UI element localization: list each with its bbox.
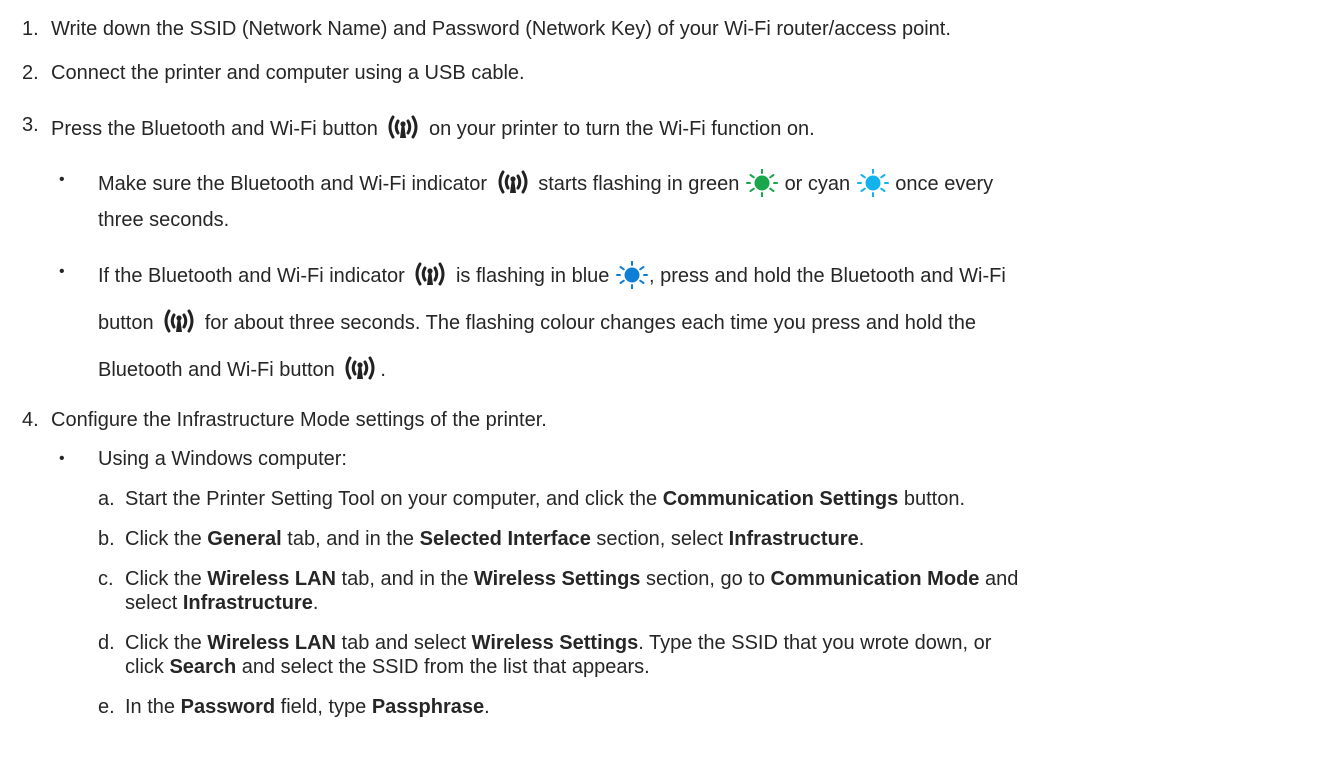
substep-c-line-1: Click the Wireless LAN tab, and in the W…	[125, 567, 1018, 591]
bullet-1-text-a: Make sure the Bluetooth and Wi-Fi indica…	[98, 173, 488, 195]
step-3-text: Press the Bluetooth and Wi-Fi button on …	[51, 113, 815, 141]
substep-d-b3: Search	[169, 656, 237, 678]
substep-d-t5: and select the SSID from the list that a…	[236, 656, 650, 678]
substep-c-t3: section, go to	[640, 568, 771, 590]
substep-e-b1: Password	[180, 696, 276, 718]
substep-c-b1: Wireless LAN	[207, 568, 336, 590]
bullet-2-text-e: for about three seconds. The flashing co…	[204, 312, 976, 334]
substep-c-line-2: select Infrastructure.	[125, 591, 318, 615]
substep-c-t2: tab, and in the	[336, 568, 474, 590]
substep-c-t1: Click the	[125, 568, 208, 590]
substep-b-text: Click the General tab, and in the Select…	[125, 527, 864, 551]
step-3-number: 3.	[22, 114, 39, 136]
bullet-2-text-g: .	[380, 359, 386, 381]
step-3-text-b: on your printer to turn the Wi-Fi functi…	[428, 118, 815, 140]
bullet-2-line-1: If the Bluetooth and Wi-Fi indicator is …	[98, 260, 1006, 289]
bullet-2-text-d: button	[98, 312, 154, 334]
substep-c-t6: .	[312, 592, 319, 614]
step-4-number: 4.	[22, 409, 39, 431]
substep-c-b4: Infrastructure	[182, 592, 313, 614]
substep-c-letter: c.	[98, 568, 114, 590]
bullet-1-text-c: or cyan	[784, 173, 851, 195]
substep-b-t1: Click the	[125, 528, 208, 550]
step-3-text-a: Press the Bluetooth and Wi-Fi button	[51, 118, 378, 140]
substep-c-b3: Communication Mode	[770, 568, 980, 590]
substep-e-t1: In the	[125, 696, 181, 718]
substep-b-t3: section, select	[590, 528, 729, 550]
substep-d-b2: Wireless Settings	[471, 632, 639, 654]
step-4-text: Configure the Infrastructure Mode settin…	[51, 409, 547, 431]
bullet-2-text-c: , press and hold the Bluetooth and Wi-Fi	[648, 265, 1006, 287]
bluetooth-wifi-indicator-icon	[496, 168, 530, 196]
bullet-1-line-1: Make sure the Bluetooth and Wi-Fi indica…	[98, 168, 993, 197]
substep-b-b3: Infrastructure	[728, 528, 859, 550]
bullet-2-line-2: button for about three seconds. The flas…	[98, 307, 976, 335]
step-2-text: Connect the printer and computer using a…	[51, 62, 525, 84]
bullet-2-text-f: Bluetooth and Wi-Fi button	[98, 359, 335, 381]
step-1-number: 1.	[22, 18, 39, 40]
bluetooth-wifi-indicator-icon	[413, 260, 447, 288]
substep-d-t4: click	[125, 656, 170, 678]
substep-b-t2: tab, and in the	[281, 528, 420, 550]
substep-e-text: In the Password field, type Passphrase.	[125, 695, 490, 719]
bullet-2-line-3: Bluetooth and Wi-Fi button .	[98, 354, 386, 382]
substep-b-letter: b.	[98, 528, 115, 550]
substep-a-text: Start the Printer Setting Tool on your c…	[125, 487, 965, 511]
substep-a-t1: Start the Printer Setting Tool on your c…	[125, 488, 663, 510]
bullet-1-line-2: three seconds.	[98, 209, 230, 231]
substep-b-b1: General	[207, 528, 282, 550]
substep-c-t4: and	[979, 568, 1019, 590]
bullet-1-marker: •	[59, 171, 65, 188]
substep-b-t4: .	[858, 528, 865, 550]
substep-d-t2: tab and select	[336, 632, 472, 654]
bluetooth-wifi-button-icon	[343, 354, 377, 382]
substep-a-letter: a.	[98, 488, 115, 510]
step-2-number: 2.	[22, 62, 39, 84]
bullet-2-text-b: is flashing in blue	[455, 265, 610, 287]
substep-e-b2: Passphrase	[371, 696, 485, 718]
substep-b-b2: Selected Interface	[419, 528, 591, 550]
bullet-2-marker: •	[59, 263, 65, 280]
substep-e-t3: .	[484, 696, 490, 718]
cyan-led-icon	[856, 169, 889, 197]
substep-a-t2: button.	[898, 488, 965, 510]
step-1-text: Write down the SSID (Network Name) and P…	[51, 18, 951, 40]
substep-a-b1: Communication Settings	[662, 488, 899, 510]
bullet-2-text-a: If the Bluetooth and Wi-Fi indicator	[98, 265, 405, 287]
substep-d-t3: . Type the SSID that you wrote down, or	[638, 632, 992, 654]
green-led-icon	[746, 169, 778, 197]
substep-d-line-1: Click the Wireless LAN tab and select Wi…	[125, 631, 991, 655]
bluetooth-wifi-button-icon	[386, 113, 420, 141]
substep-d-letter: d.	[98, 632, 115, 654]
substep-d-t1: Click the	[125, 632, 208, 654]
bluetooth-wifi-button-icon	[162, 307, 196, 335]
substep-e-letter: e.	[98, 696, 115, 718]
bullet-1-text-b: starts flashing in green	[538, 173, 740, 195]
substep-e-t2: field, type	[275, 696, 372, 718]
substep-c-t5: select	[125, 592, 183, 614]
substep-d-b1: Wireless LAN	[207, 632, 336, 654]
step-4-bullet-marker: •	[59, 450, 65, 467]
substep-d-line-2: click Search and select the SSID from th…	[125, 655, 650, 679]
bullet-1-text-d: once every	[895, 173, 994, 195]
windows-heading: Using a Windows computer:	[98, 448, 347, 470]
substep-c-b2: Wireless Settings	[473, 568, 641, 590]
blue-led-icon	[615, 261, 648, 289]
